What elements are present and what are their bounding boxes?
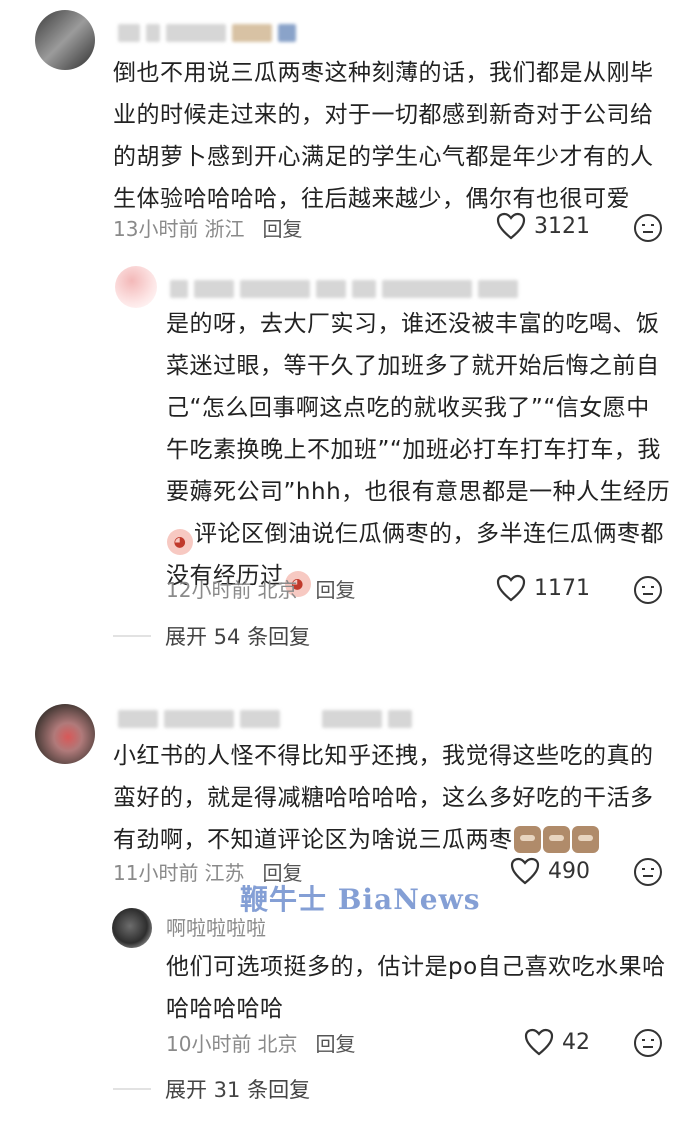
reply-location: 北京	[257, 1032, 298, 1056]
comment-text: 倒也不用说三瓜两枣这种刻薄的话，我们都是从刚毕业的时候走过来的，对于一切都感到新…	[113, 60, 654, 212]
comment-location: 浙江	[204, 217, 245, 241]
username-blurred[interactable]	[118, 710, 412, 728]
comment-time: 11小时前	[113, 861, 199, 885]
dog-emoji-icon	[571, 826, 599, 853]
reply-text: 他们可选项挺多的，估计是po自己喜欢吃水果哈哈哈哈哈哈	[166, 954, 666, 1022]
avatar[interactable]	[35, 704, 95, 764]
comment-meta: 13小时前 浙江 回复	[113, 213, 302, 242]
reply-time: 10小时前	[166, 1032, 252, 1056]
like-count: 490	[548, 858, 590, 884]
reply-time: 12小时前	[166, 578, 252, 602]
comment-location: 江苏	[204, 861, 245, 885]
expand-replies-label: 展开 31 条回复	[165, 1078, 311, 1102]
like-button[interactable]: 3121	[496, 212, 590, 240]
like-button[interactable]: 490	[510, 857, 590, 885]
heart-icon	[496, 574, 526, 602]
username-blurred[interactable]	[118, 24, 296, 42]
reply-username[interactable]: 啊啦啦啦啦	[166, 912, 266, 941]
comment-time: 13小时前	[113, 217, 199, 241]
expand-divider	[113, 635, 151, 637]
reply-meta: 12小时前 北京 回复	[166, 574, 355, 603]
reply-button[interactable]: 回复	[315, 574, 355, 603]
expand-replies[interactable]: 展开 31 条回复	[113, 1074, 310, 1104]
comment-text: 小红书的人怪不得比知乎还拽，我觉得这些吃的真的蛮好的，就是得减糖哈哈哈哈，这么多…	[113, 735, 673, 861]
reply-button[interactable]: 回复	[315, 1028, 355, 1057]
reply-button[interactable]: 回复	[262, 213, 302, 242]
heart-icon	[496, 212, 526, 240]
crying-emoji-icon: ◕	[167, 529, 193, 555]
reply-avatar[interactable]	[115, 266, 157, 308]
like-count: 1171	[534, 575, 590, 601]
like-count: 3121	[534, 213, 590, 239]
avatar[interactable]	[35, 10, 95, 70]
watermark: 鞭牛士 BiaNews	[240, 883, 481, 916]
emoji-react-icon[interactable]	[633, 857, 663, 887]
reply-text-part1: 是的呀，去大厂实习，谁还没被丰富的吃喝、饭菜迷过眼，等干久了加班多了就开始后悔之…	[166, 311, 671, 505]
like-count: 42	[562, 1029, 590, 1055]
expand-replies-label: 展开 54 条回复	[165, 625, 311, 649]
emoji-react-icon[interactable]	[633, 1028, 663, 1058]
dog-emoji-icon	[513, 826, 541, 853]
reply-meta: 10小时前 北京 回复	[166, 1028, 355, 1057]
heart-icon	[510, 857, 540, 885]
reply-username-blurred[interactable]	[170, 280, 518, 298]
heart-icon	[524, 1028, 554, 1056]
dog-emoji-icon	[542, 826, 570, 853]
emoji-react-icon[interactable]	[633, 213, 663, 243]
like-button[interactable]: 42	[524, 1028, 590, 1056]
emoji-react-icon[interactable]	[633, 575, 663, 605]
expand-divider	[113, 1088, 151, 1090]
expand-replies[interactable]: 展开 54 条回复	[113, 621, 310, 651]
reply-location: 北京	[257, 578, 298, 602]
reply-text: 是的呀，去大厂实习，谁还没被丰富的吃喝、饭菜迷过眼，等干久了加班多了就开始后悔之…	[166, 303, 671, 597]
like-button[interactable]: 1171	[496, 574, 590, 602]
reply-avatar[interactable]	[112, 908, 152, 948]
